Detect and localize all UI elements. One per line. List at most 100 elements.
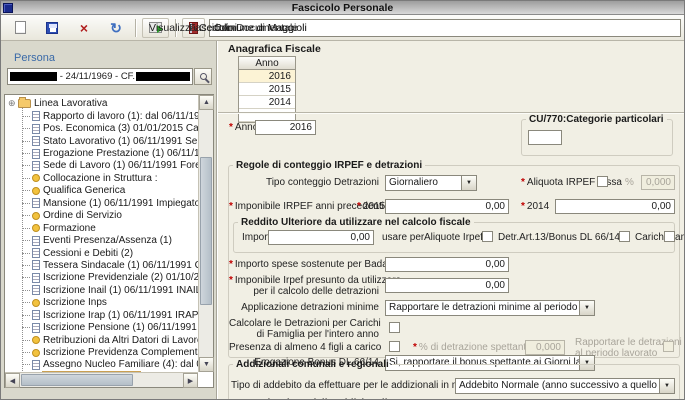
aliquote-irpef-checkbox[interactable] xyxy=(482,231,493,242)
scroll-up-arrow[interactable]: ▲ xyxy=(199,95,214,110)
scroll-left-arrow[interactable]: ◀ xyxy=(5,373,20,388)
carichi-familiari-label: Carichi Familiari xyxy=(635,232,685,243)
tree-horizontal-scrollbar[interactable]: ◀ ▶ xyxy=(5,372,198,387)
tree-item[interactable]: Iscrizione Inail (1) 06/11/1991 INAIL - … xyxy=(22,284,198,296)
tree-item[interactable]: Iscrizione Previdenziale (2) 01/10/2015 … xyxy=(22,272,198,284)
toolbar: × ↻ Visualizza Cedolini Fascicolo Docume… xyxy=(1,15,684,41)
imponibile-presunto-input[interactable]: 0,00 xyxy=(385,278,509,293)
carichi-familiari-checkbox[interactable] xyxy=(664,231,675,242)
tree-item[interactable]: Retribuzioni da Altri Datori di Lavoro xyxy=(22,334,198,346)
delete-button[interactable]: × xyxy=(71,18,97,38)
tree-item[interactable]: Iscrizione Pensione (1) 06/11/1991 CPDEL… xyxy=(22,321,198,333)
tree-view: ⊕ Linea Lavorativa Rapporto di lavoro (1… xyxy=(5,95,198,372)
tree-vertical-scrollbar[interactable]: ▲ ▼ xyxy=(198,95,213,372)
tree-item-label: Retribuzioni da Altri Datori di Lavoro xyxy=(43,335,198,346)
tree-connector xyxy=(22,277,30,278)
category-dot-icon xyxy=(32,349,40,357)
tree-connector xyxy=(22,352,30,353)
tree-item[interactable]: Erogazione Prestazione (1) 06/11/1991 Fu… xyxy=(22,147,198,159)
imponibile-prec-label: Imponibile IRPEF anni precedenti xyxy=(229,201,349,212)
badanti-input[interactable]: 0,00 xyxy=(385,257,509,272)
person-search-button[interactable] xyxy=(194,68,212,85)
document-item-icon xyxy=(32,323,40,333)
tree-connector xyxy=(22,253,30,254)
magnifier-icon xyxy=(200,73,207,80)
document-item-icon xyxy=(32,161,40,171)
tree-item[interactable]: Iscrizione Irap (1) 06/11/1991 IRAP - Im… xyxy=(22,309,198,321)
tree-item[interactable]: Qualifica Generica xyxy=(22,185,198,197)
badanti-label: Importo spese sostenute per Badanti xyxy=(229,259,379,270)
title-bar: Fascicolo Personale xyxy=(1,1,684,15)
document-item-icon xyxy=(32,248,40,258)
tree-connector xyxy=(22,364,30,365)
person-field[interactable]: - 24/11/1969 - CF. xyxy=(7,68,193,85)
new-document-button[interactable] xyxy=(7,18,33,38)
refresh-button[interactable]: ↻ xyxy=(103,18,129,38)
tree-expander-icon[interactable]: ⊕ xyxy=(8,98,18,109)
detr-art13-checkbox[interactable] xyxy=(619,231,630,242)
tree-item-label: Assegno Nucleo Familiare (4): dal 01/07/… xyxy=(43,359,198,370)
scroll-right-arrow[interactable]: ▶ xyxy=(183,373,198,388)
tree-item[interactable]: Eventi Presenza/Assenza (1) xyxy=(22,234,198,246)
tree-root-linea-lavorativa[interactable]: ⊕ Linea Lavorativa xyxy=(8,97,198,110)
horizontal-scroll-thumb[interactable] xyxy=(21,374,133,386)
tipo-conteggio-value: Giornaliero xyxy=(385,175,462,191)
tree-item[interactable]: Iscrizione Inps xyxy=(22,297,198,309)
tree-item[interactable]: Pos. Economica (3) 01/01/2015 Cat. B - P… xyxy=(22,122,198,134)
document-item-icon xyxy=(32,310,40,320)
calcolare-checkbox[interactable] xyxy=(389,322,400,333)
tree-item-label: Qualifica Generica xyxy=(43,185,125,196)
anno-input[interactable]: 2016 xyxy=(255,120,316,135)
save-button[interactable] xyxy=(39,18,65,38)
tipo-addebito-combo[interactable]: Addebito Normale (anno successivo a quel… xyxy=(455,378,675,394)
perc-detrazione-label: % di detrazione spettante xyxy=(413,342,532,353)
tree-item[interactable]: Cessioni e Debiti (2) xyxy=(22,247,198,259)
tree-connector xyxy=(22,340,30,341)
visualizza-cedolini-button[interactable]: Visualizza Cedolini xyxy=(142,18,169,38)
main-panel: Anagrafica Fiscale Anno 201620152014 Ann… xyxy=(217,41,685,400)
chevron-down-icon[interactable]: ▼ xyxy=(660,378,675,394)
anno-grid-row[interactable]: 2014 xyxy=(239,96,295,109)
anno-grid-row[interactable]: 2016 xyxy=(239,70,295,83)
tree-item-label: Iscrizione Inps xyxy=(43,297,107,308)
tree-item[interactable]: Formazione xyxy=(22,222,198,234)
tree-item[interactable]: Iscrizione Previdenza Complementare xyxy=(22,346,198,358)
document-item-icon xyxy=(32,360,40,370)
chevron-down-icon[interactable]: ▼ xyxy=(580,300,595,316)
anno-grid-row[interactable]: 2015 xyxy=(239,83,295,96)
document-item-icon xyxy=(32,124,40,134)
tree-item-label: Iscrizione Pensione (1) 06/11/1991 CPDEL… xyxy=(43,322,198,333)
imponibile-2014-input[interactable]: 0,00 xyxy=(555,199,675,214)
tree-item[interactable]: Tessera Sindacale (1) 06/11/1991 CISL xyxy=(22,259,198,271)
applicazione-combo[interactable]: Rapportare le detrazioni minime al perio… xyxy=(385,300,595,316)
tree-item[interactable]: Ordine di Servizio xyxy=(22,210,198,222)
tree-item[interactable]: Collocazione in Struttura : xyxy=(22,172,198,184)
vertical-scroll-thumb[interactable] xyxy=(200,157,212,305)
redacted-cf xyxy=(136,72,190,81)
tree-connector xyxy=(22,215,30,216)
tree-connector xyxy=(22,153,30,154)
presenza-label: Presenza di almeno 4 figli a carico xyxy=(229,342,379,353)
tree-connector xyxy=(22,302,30,303)
document-item-icon xyxy=(32,273,40,283)
tree-item-label: Collocazione in Struttura : xyxy=(43,173,158,184)
tree-item[interactable]: Sede di Lavoro (1) 06/11/1991 Fores xyxy=(22,160,198,172)
imponibile-2015-input[interactable]: 0,00 xyxy=(385,199,509,214)
tree-item[interactable]: Mansione (1) 06/11/1991 Impiegato xyxy=(22,197,198,209)
presenza-checkbox[interactable] xyxy=(389,341,400,352)
aliquota-fissa-input: 0,000 xyxy=(641,175,675,190)
tipo-conteggio-combo[interactable]: Giornaliero ▼ xyxy=(385,175,477,191)
tree-connector xyxy=(22,178,30,179)
tree-item[interactable]: Assegno Nucleo Familiare (4): dal 01/07/… xyxy=(22,359,198,371)
applicazione-label: Applicazione detrazioni minime xyxy=(229,302,379,313)
tree-item-label: Eventi Presenza/Assenza (1) xyxy=(43,235,172,246)
cu770-input[interactable] xyxy=(528,130,562,145)
chevron-down-icon[interactable]: ▼ xyxy=(462,175,477,191)
aliquota-fissa-checkbox[interactable] xyxy=(597,176,608,187)
aliquote-irpef-label: Aliquote Irpef xyxy=(424,232,483,243)
tree-item[interactable]: Rapporto di lavoro (1): dal 06/11/1991 7… xyxy=(22,110,198,122)
importo-input[interactable]: 0,00 xyxy=(268,230,374,245)
tree-item-label: Pos. Economica (3) 01/01/2015 Cat. B - P… xyxy=(43,123,198,134)
scroll-down-arrow[interactable]: ▼ xyxy=(199,357,214,372)
tree-item[interactable]: Stato Lavorativo (1) 06/11/1991 Servizio… xyxy=(22,135,198,147)
